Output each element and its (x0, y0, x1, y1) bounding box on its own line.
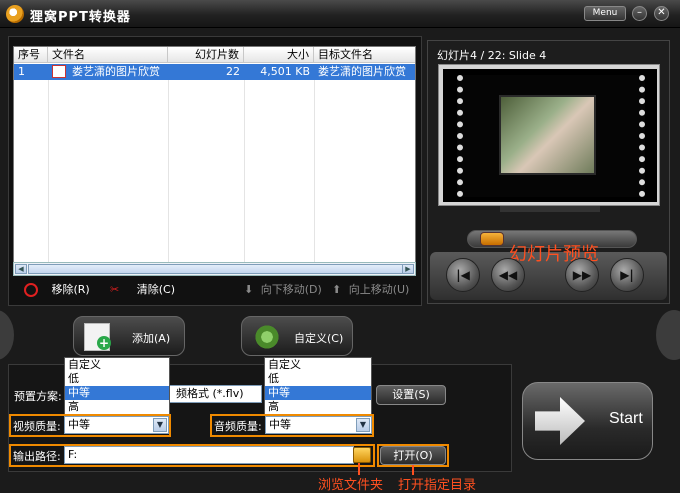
slider-knob[interactable] (480, 232, 504, 246)
audio-quality-label: 音频质量: (214, 420, 262, 433)
row-index: 1 (18, 65, 25, 78)
move-down-label: 向下移动(D) (260, 283, 322, 296)
prev-slide-icon[interactable]: ◀◀ (491, 258, 525, 292)
audio-option-medium[interactable]: 中等 (265, 386, 371, 400)
slide-counter: 幻灯片4 / 22: Slide 4 (437, 49, 547, 62)
video-option-low[interactable]: 低 (65, 372, 169, 386)
header-size[interactable]: 大小 (244, 47, 314, 63)
row-filename: 娄艺潇的图片欣赏 (72, 65, 160, 78)
minimize-button[interactable]: – (632, 6, 647, 21)
add-button[interactable]: + 添加(A) (73, 316, 185, 356)
monitor-stand (500, 206, 600, 212)
add-file-icon: + (84, 323, 111, 351)
clear-icon: ✂ (110, 283, 120, 296)
chevron-down-icon[interactable]: ▼ (356, 418, 370, 432)
ppt-file-icon (52, 65, 66, 78)
move-down-button[interactable]: ⬇ 向下移动(D) (244, 282, 322, 298)
video-option-custom[interactable]: 自定义 (65, 358, 169, 372)
video-quality-label: 视频质量: (13, 420, 61, 433)
audio-option-custom[interactable]: 自定义 (265, 358, 371, 372)
slide-image (499, 95, 596, 175)
header-slides[interactable]: 幻灯片数 (168, 47, 244, 63)
first-slide-icon[interactable]: |◀ (446, 258, 480, 292)
preview-monitor (438, 64, 660, 206)
open-button[interactable]: 打开(O) (380, 446, 446, 465)
next-slide-icon[interactable]: ▶▶ (565, 258, 599, 292)
preset-value: 频格式 (*.flv) (176, 387, 244, 400)
add-label: 添加(A) (132, 332, 171, 345)
close-button[interactable]: ✕ (654, 6, 669, 21)
app-title: 狸窝PPT转换器 (30, 10, 131, 25)
start-button[interactable]: Start (522, 382, 653, 460)
last-slide-icon[interactable]: ▶| (610, 258, 644, 292)
chevron-down-icon[interactable]: ▼ (153, 418, 167, 432)
video-quality-value: 中等 (68, 418, 90, 431)
table-row[interactable]: 1 娄艺潇的图片欣赏 22 4,501 KB 娄艺潇的图片欣赏 (14, 64, 415, 80)
video-option-high[interactable]: 高 (65, 400, 169, 414)
scroll-thumb[interactable] (28, 264, 403, 274)
row-size: 4,501 KB (260, 65, 310, 78)
menu-label: Menu (592, 8, 618, 18)
row-target: 娄艺潇的图片欣赏 (318, 65, 406, 78)
menu-button[interactable]: Menu (584, 6, 626, 21)
remove-icon (24, 283, 38, 297)
audio-option-low[interactable]: 低 (265, 372, 371, 386)
scroll-right-icon[interactable]: ▶ (402, 264, 414, 274)
open-dir-annotation: 打开指定目录 (398, 478, 477, 493)
header-index[interactable]: 序号 (14, 47, 48, 63)
clear-label: 清除(C) (136, 283, 175, 296)
audio-quality-value: 中等 (269, 418, 291, 431)
remove-button[interactable]: 移除(R) (24, 282, 90, 298)
arrow-down-icon: ⬇ (244, 283, 254, 296)
remove-label: 移除(R) (51, 283, 90, 296)
header-target[interactable]: 目标文件名 (314, 47, 415, 63)
audio-quality-select[interactable]: 中等 ▼ (265, 416, 372, 434)
app-logo-icon (6, 5, 24, 23)
output-path-value: F: (68, 448, 78, 461)
custom-label: 自定义(C) (294, 332, 344, 345)
gear-icon (254, 323, 280, 351)
video-quality-select[interactable]: 中等 ▼ (64, 416, 169, 434)
video-option-medium[interactable]: 中等 (65, 386, 169, 400)
output-path-label: 输出路径: (13, 450, 61, 463)
browse-folder-icon[interactable] (353, 447, 371, 463)
move-up-label: 向上移动(U) (348, 283, 410, 296)
custom-button[interactable]: 自定义(C) (241, 316, 353, 356)
browse-annotation: 浏览文件夹 (318, 478, 384, 493)
output-path-input[interactable]: F: (64, 446, 354, 464)
audio-option-high[interactable]: 高 (265, 400, 371, 414)
preview-screen (443, 69, 657, 202)
left-edge-ornament (0, 310, 14, 360)
right-edge-ornament (656, 310, 680, 360)
arrow-up-icon: ⬆ (332, 283, 342, 296)
start-arrow-icon (535, 397, 585, 445)
row-slides: 22 (226, 65, 240, 78)
move-up-button[interactable]: ⬆ 向上移动(U) (332, 282, 409, 298)
file-list[interactable]: 序号 文件名 幻灯片数 大小 目标文件名 1 娄艺潇的图片欣赏 22 4,501… (13, 46, 416, 276)
start-label: Start (609, 410, 643, 427)
clear-button[interactable]: ✂ 清除(C) (110, 282, 175, 298)
preset-label: 预置方案: (14, 390, 62, 403)
header-filename[interactable]: 文件名 (48, 47, 168, 63)
scroll-left-icon[interactable]: ◀ (15, 264, 27, 274)
settings-button[interactable]: 设置(S) (376, 385, 446, 405)
horizontal-scrollbar[interactable]: ◀ ▶ (13, 262, 416, 276)
audio-quality-dropdown[interactable]: 自定义 低 中等 高 (264, 357, 372, 416)
video-quality-dropdown[interactable]: 自定义 低 中等 高 (64, 357, 170, 416)
